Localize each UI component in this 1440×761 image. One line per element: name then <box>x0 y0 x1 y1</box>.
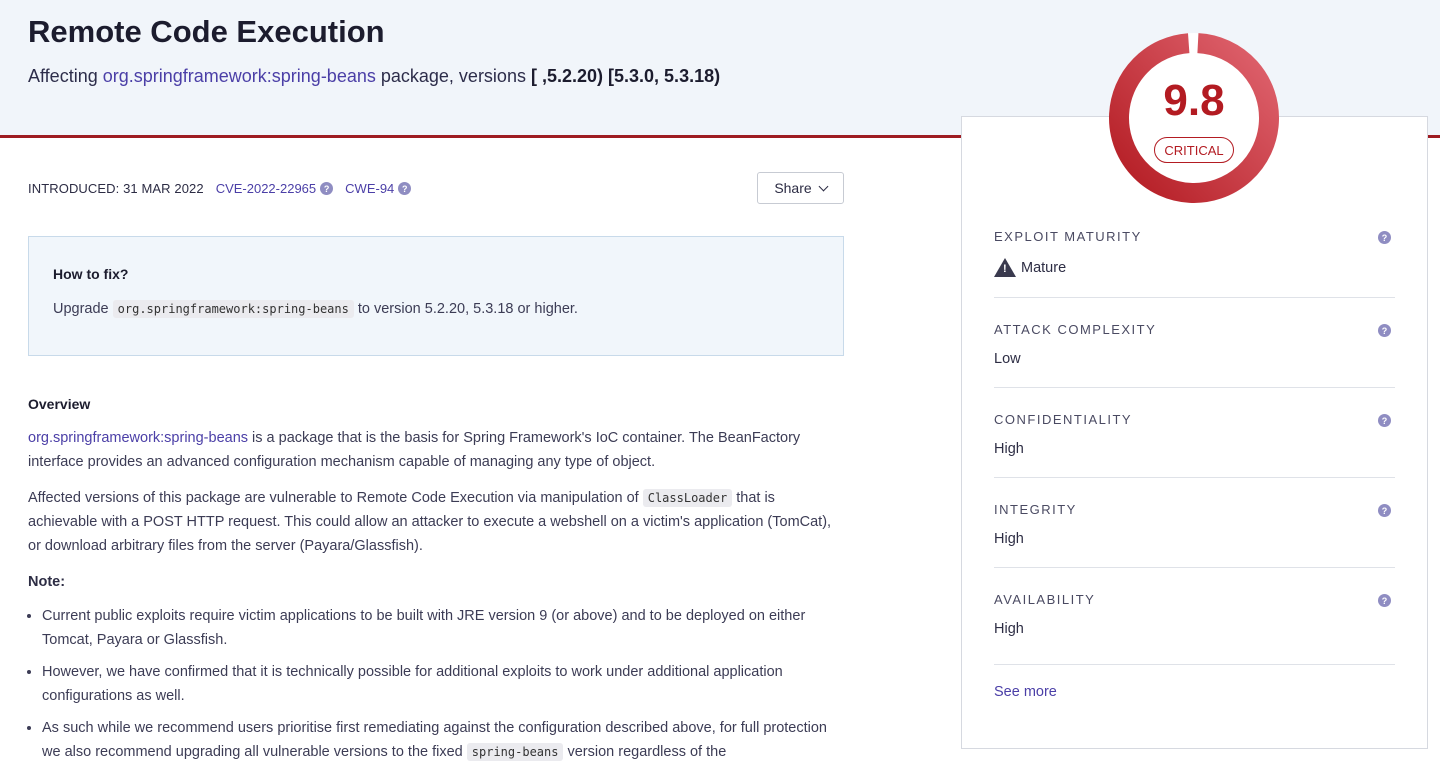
overview-section: Overview org.springframework:spring-bean… <box>28 392 844 761</box>
help-icon[interactable]: ? <box>1378 414 1391 427</box>
package-link[interactable]: org.springframework:spring-beans <box>103 66 376 86</box>
divider <box>994 297 1395 298</box>
help-icon[interactable]: ? <box>1378 504 1391 517</box>
metric-attack-complexity: ATTACK COMPLEXITY Low ? <box>994 322 1395 367</box>
metric-availability: AVAILABILITY High ? <box>994 592 1395 637</box>
score-value: 9.8 <box>1163 76 1225 125</box>
metric-value: High <box>994 531 1024 547</box>
fix-package-code: org.springframework:spring-beans <box>112 300 354 318</box>
versions-prefix: package, versions <box>380 66 526 86</box>
how-to-fix-heading: How to fix? <box>53 266 129 282</box>
metric-label: AVAILABILITY <box>994 592 1096 607</box>
note-list: Current public exploits require victim a… <box>28 604 844 761</box>
metric-value: High <box>994 441 1024 457</box>
vulnerability-meta: INTRODUCED: 31 MAR 2022 CVE-2022-22965 ?… <box>28 181 412 196</box>
help-icon[interactable]: ? <box>1378 324 1391 337</box>
page-title: Remote Code Execution <box>28 14 385 49</box>
note-heading: Note: <box>28 574 66 590</box>
metric-value: High <box>994 621 1024 637</box>
metric-confidentiality: CONFIDENTIALITY High ? <box>994 412 1395 457</box>
spring-beans-code: spring-beans <box>466 743 564 761</box>
overview-paragraph-2: Affected versions of this package are vu… <box>28 489 832 554</box>
how-to-fix-box: How to fix? Upgrade org.springframework:… <box>28 236 844 356</box>
cve-id[interactable]: CVE-2022-22965 <box>216 181 316 196</box>
list-item: Current public exploits require victim a… <box>42 604 844 652</box>
affecting-prefix: Affecting <box>28 66 98 86</box>
divider <box>994 477 1395 478</box>
severity-score-gauge: 9.8 CRITICAL <box>1108 32 1280 204</box>
cwe-link[interactable]: CWE-94 ? <box>345 181 412 196</box>
share-label: Share <box>774 180 812 196</box>
list-item: However, we have confirmed that it is te… <box>42 660 844 708</box>
list-item: As such while we recommend users priorit… <box>42 716 844 761</box>
severity-panel: EXPLOIT MATURITY ! Mature ? ATTACK COMPL… <box>961 116 1428 749</box>
fix-suffix: to version 5.2.20, 5.3.18 or higher. <box>357 301 578 317</box>
metric-label: EXPLOIT MATURITY <box>994 229 1142 244</box>
metric-integrity: INTEGRITY High ? <box>994 502 1395 547</box>
divider <box>994 387 1395 388</box>
introduced-date: INTRODUCED: 31 MAR 2022 <box>28 181 204 196</box>
severity-badge: CRITICAL <box>1154 137 1234 163</box>
help-icon[interactable]: ? <box>320 182 334 195</box>
overview-paragraph-1: org.springframework:spring-beans is a pa… <box>28 430 801 470</box>
classloader-code: ClassLoader <box>642 489 733 507</box>
affected-package-line: Affecting org.springframework:spring-bea… <box>28 66 720 87</box>
cve-link[interactable]: CVE-2022-22965 ? <box>216 181 334 196</box>
metric-value: Mature <box>1021 259 1067 276</box>
chevron-down-icon <box>818 181 829 191</box>
help-icon[interactable]: ? <box>1378 594 1391 607</box>
cwe-id[interactable]: CWE-94 <box>345 181 394 196</box>
help-icon[interactable]: ? <box>398 182 412 195</box>
help-icon[interactable]: ? <box>1378 231 1391 244</box>
metric-exploit-maturity: EXPLOIT MATURITY ! Mature ? <box>994 229 1395 277</box>
metric-label: CONFIDENTIALITY <box>994 412 1133 427</box>
divider <box>994 664 1395 665</box>
metric-label: ATTACK COMPLEXITY <box>994 322 1157 337</box>
see-more-link[interactable]: See more <box>994 684 1057 700</box>
how-to-fix-text: Upgrade org.springframework:spring-beans… <box>53 300 578 318</box>
package-link[interactable]: org.springframework:spring-beans <box>28 430 248 446</box>
affected-versions: [ ,5.2.20) [5.3.0, 5.3.18) <box>530 66 721 86</box>
warning-icon: ! <box>994 258 1016 277</box>
fix-prefix: Upgrade <box>53 301 109 317</box>
share-button[interactable]: Share <box>757 172 844 204</box>
divider <box>994 567 1395 568</box>
metric-label: INTEGRITY <box>994 502 1077 517</box>
metric-value: Low <box>994 351 1021 367</box>
overview-heading: Overview <box>28 396 91 412</box>
